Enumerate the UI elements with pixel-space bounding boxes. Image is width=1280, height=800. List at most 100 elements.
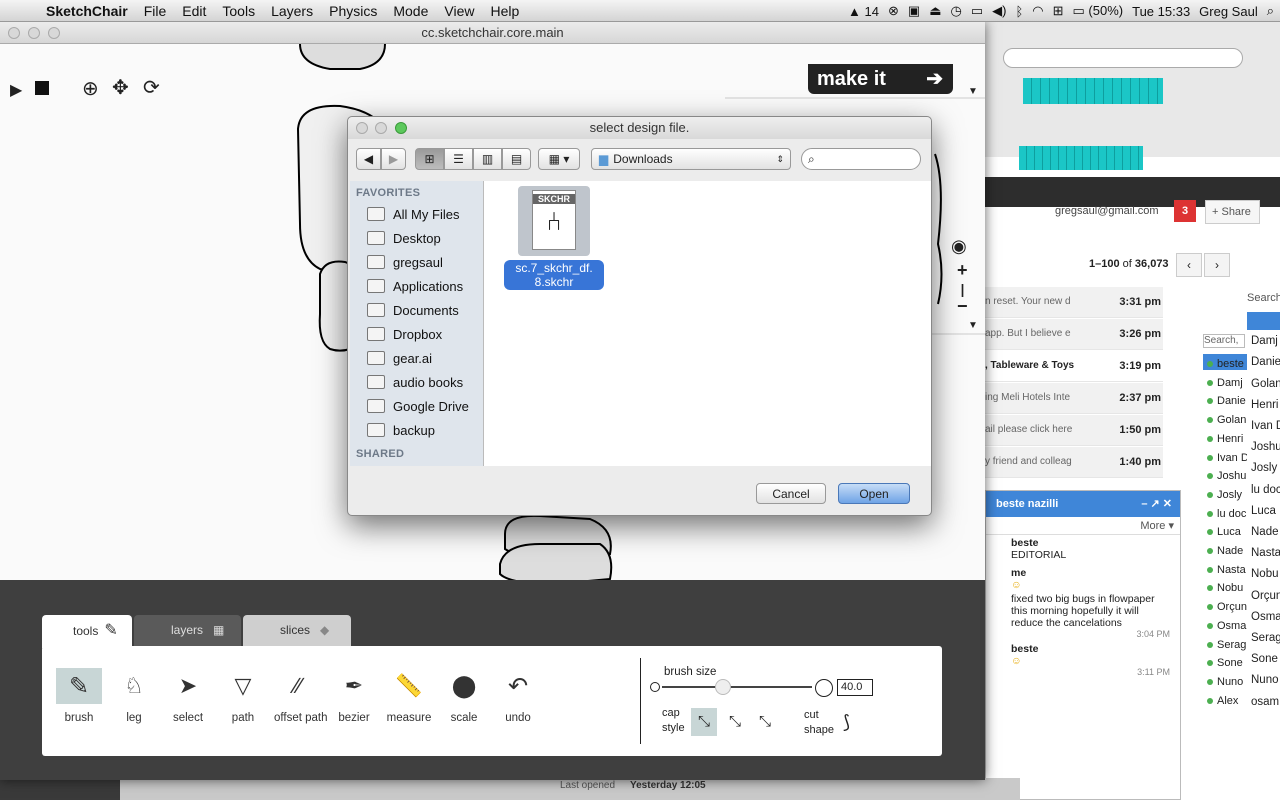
contact-item[interactable]: Henri — [1207, 433, 1247, 445]
mail-row[interactable]: ail please click here 1:50 pm — [985, 415, 1163, 446]
search-field[interactable]: ⌕ — [801, 148, 921, 170]
open-button[interactable]: Open — [838, 483, 910, 504]
sidebar-item-all-my-files[interactable]: All My Files — [350, 202, 483, 226]
browser-search-field[interactable] — [1003, 48, 1243, 68]
status-icon-3[interactable]: ⏏ — [929, 3, 941, 19]
sidebar-item-dropbox[interactable]: Dropbox — [350, 322, 483, 346]
dropdown-arrow-icon[interactable]: ▼ — [968, 86, 978, 97]
list-view-button[interactable]: ☰ — [444, 148, 473, 170]
brush-size-slider[interactable] — [662, 686, 812, 688]
user-name[interactable]: Greg Saul — [1199, 4, 1258, 19]
contact-item-wide[interactable]: Nuno — [1251, 674, 1280, 686]
contact-item[interactable]: beste — [1207, 358, 1247, 370]
rotate-icon[interactable]: ⟳ — [143, 75, 160, 100]
mail-row[interactable]: ing Meli Hotels Inte 2:37 pm — [985, 383, 1163, 414]
contact-item-wide[interactable]: Orçun — [1251, 590, 1280, 602]
share-button[interactable]: + Share — [1205, 200, 1260, 224]
sidebar-item-applications[interactable]: Applications — [350, 274, 483, 298]
contact-item-wide[interactable]: Osma — [1251, 611, 1280, 623]
contact-item[interactable]: Orçun — [1207, 601, 1247, 613]
contact-item-wide[interactable]: Nade — [1251, 526, 1280, 538]
spotlight-icon[interactable]: ⌕ — [1267, 3, 1274, 19]
chat-close-icon[interactable]: – ↗ ✕ — [1141, 491, 1172, 517]
contact-item[interactable]: Osma — [1207, 620, 1247, 632]
icon-view-button[interactable]: ⊞ — [415, 148, 444, 170]
contact-item[interactable]: Joshu — [1207, 470, 1247, 482]
tool-path[interactable]: ▽ path — [218, 668, 268, 724]
collapse-arrow-icon[interactable]: ▼ — [968, 320, 978, 331]
column-view-button[interactable]: ▥ — [473, 148, 502, 170]
dialog-minimize-button[interactable] — [375, 122, 387, 134]
contact-item[interactable]: Alex — [1207, 695, 1247, 707]
wifi-icon[interactable]: ◠ — [1032, 3, 1043, 19]
contact-item-wide[interactable]: Luca — [1251, 505, 1280, 517]
contact-item[interactable]: Nasta — [1207, 564, 1247, 576]
next-page-button[interactable]: › — [1204, 253, 1230, 277]
contact-item-wide[interactable]: Nobu — [1251, 568, 1280, 580]
notification-badge[interactable]: 3 — [1174, 200, 1196, 222]
chat-header[interactable]: beste nazilli – ↗ ✕ — [986, 491, 1180, 517]
contact-item-wide[interactable]: lu doc — [1251, 484, 1280, 496]
arrange-button[interactable]: ▦ ▾ — [538, 148, 580, 170]
contact-item[interactable]: Serag — [1207, 639, 1247, 651]
sidebar-item-audio-books[interactable]: audio books — [350, 370, 483, 394]
menu-view[interactable]: View — [436, 3, 482, 19]
sidebar-item-backup[interactable]: backup — [350, 418, 483, 442]
minimize-button[interactable] — [28, 27, 40, 39]
status-icon-2[interactable]: ▣ — [908, 3, 920, 19]
mail-row[interactable]: n reset. Your new d 3:31 pm — [985, 287, 1163, 318]
tool-leg[interactable]: ♘ leg — [109, 668, 159, 724]
dialog-zoom-button[interactable] — [395, 122, 407, 134]
tab-slices[interactable]: slices ◆ — [243, 615, 351, 648]
tool-undo[interactable]: ↶ undo — [493, 668, 543, 725]
contact-item[interactable]: Danie — [1207, 395, 1247, 407]
tool-select[interactable]: ➤ select — [163, 668, 213, 724]
display-icon[interactable]: ▭ — [971, 3, 983, 19]
contact-item-wide[interactable]: Golan — [1251, 378, 1280, 390]
sidebar-item-gear-ai[interactable]: gear.ai — [350, 346, 483, 370]
cap-round-icon[interactable]: ⤡ — [691, 708, 717, 736]
contact-item-wide[interactable]: Joshu — [1251, 441, 1280, 453]
clock[interactable]: Tue 15:33 — [1132, 4, 1190, 19]
sidebar-item-documents[interactable]: Documents — [350, 298, 483, 322]
contact-item[interactable]: Sone — [1207, 657, 1247, 669]
contact-item[interactable]: Luca — [1207, 526, 1247, 538]
menu-layers[interactable]: Layers — [263, 3, 321, 19]
menu-app-name[interactable]: SketchChair — [38, 3, 136, 19]
brush-size-thumb[interactable] — [715, 679, 731, 695]
tool-bezier[interactable]: ✒ bezier — [329, 668, 379, 724]
zoom-out-icon[interactable]: − — [957, 296, 968, 317]
contact-item-wide[interactable]: Ivan D — [1251, 420, 1280, 432]
prev-page-button[interactable]: ‹ — [1176, 253, 1202, 277]
menu-physics[interactable]: Physics — [321, 3, 385, 19]
contact-item-wide[interactable]: Serag — [1251, 632, 1280, 644]
contact-search[interactable]: Search, — [1203, 334, 1245, 348]
notification-icon[interactable]: ▲ 14 — [848, 4, 879, 19]
play-icon[interactable]: ▶ — [10, 80, 22, 100]
chat-more[interactable]: More ▾ — [986, 517, 1180, 535]
time-machine-icon[interactable]: ◷ — [950, 3, 961, 19]
cap-flat-icon[interactable]: ⤡ — [752, 708, 778, 736]
tab-tools[interactable]: tools ✎ — [42, 615, 132, 648]
dialog-close-button[interactable] — [356, 122, 368, 134]
contact-item[interactable]: Nuno — [1207, 676, 1247, 688]
cap-square-icon[interactable]: ⤡ — [722, 708, 748, 736]
sidebar-item-google-drive[interactable]: Google Drive — [350, 394, 483, 418]
tool-offset-path[interactable]: ∕∕ offset path — [274, 668, 328, 724]
menu-help[interactable]: Help — [482, 3, 527, 19]
contact-search-2[interactable]: Search, — [1247, 292, 1280, 306]
menu-mode[interactable]: Mode — [385, 3, 436, 19]
pan-icon[interactable]: ✥ — [112, 75, 129, 100]
volume-icon[interactable]: ◀) — [992, 3, 1006, 19]
contact-item-wide[interactable]: osam — [1251, 696, 1280, 708]
contact-item[interactable]: lu doc — [1207, 508, 1247, 520]
contact-item-wide[interactable]: Henri — [1251, 399, 1280, 411]
zoom-icon[interactable]: ⊕ — [82, 76, 99, 101]
location-popup[interactable]: ▆ Downloads ⇕ — [591, 148, 791, 170]
coverflow-view-button[interactable]: ▤ — [502, 148, 531, 170]
input-icon[interactable]: ⊞ — [1053, 3, 1064, 19]
eye-icon[interactable]: ◉ — [951, 236, 967, 257]
contact-item[interactable]: Golan — [1207, 414, 1247, 426]
menu-file[interactable]: File — [136, 3, 175, 19]
contact-item[interactable]: Damj — [1207, 377, 1247, 389]
